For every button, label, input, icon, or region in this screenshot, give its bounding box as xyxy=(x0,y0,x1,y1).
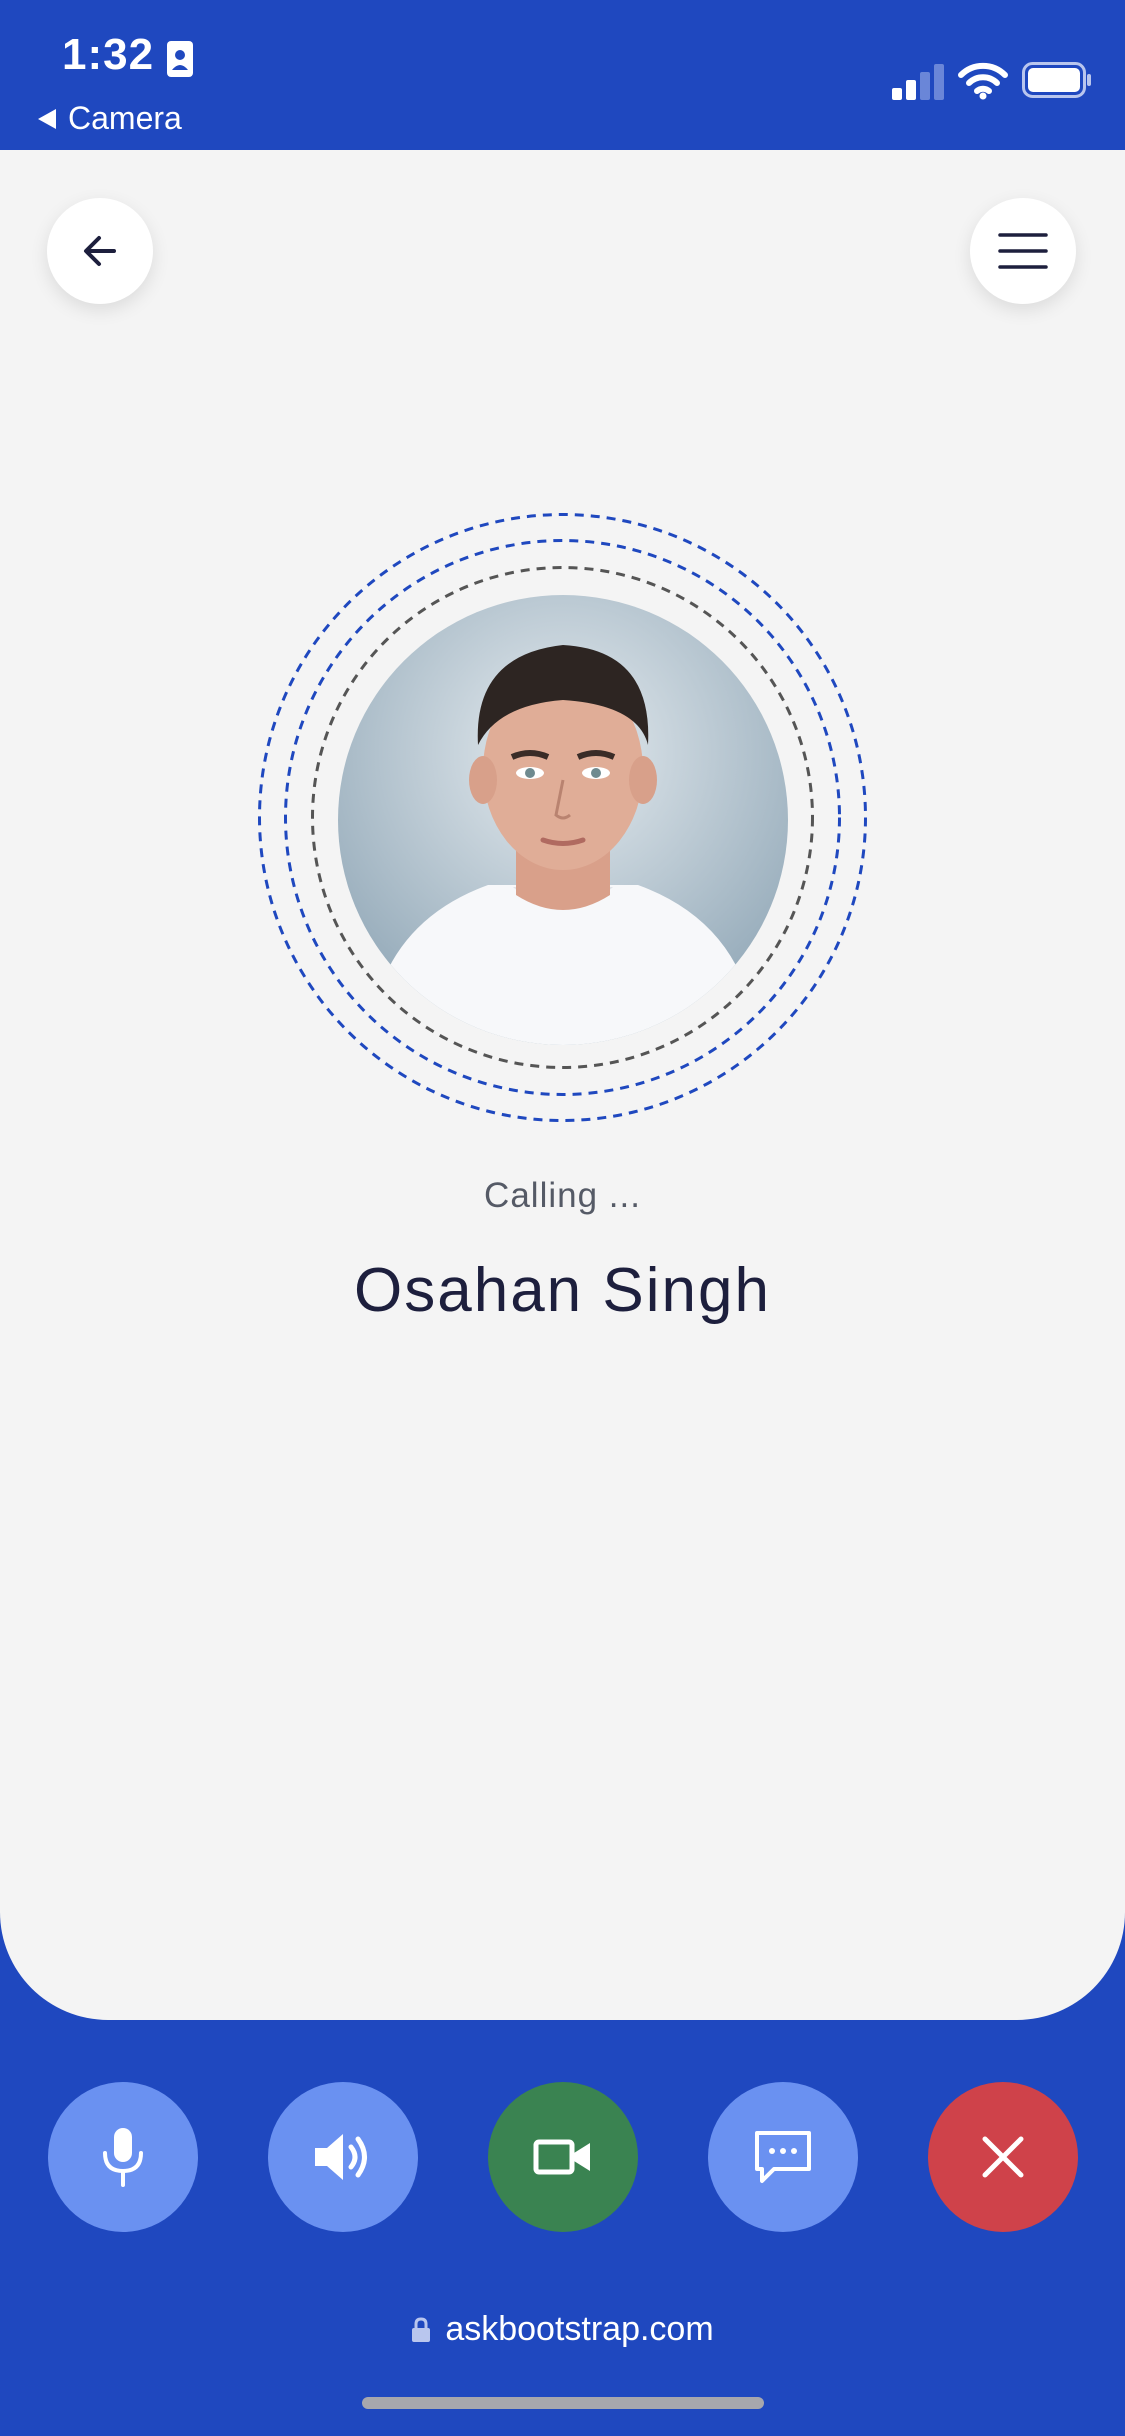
message-button[interactable] xyxy=(708,2082,858,2232)
call-controls xyxy=(0,2082,1125,2232)
video-button[interactable] xyxy=(488,2082,638,2232)
url-text: askbootstrap.com xyxy=(445,2310,714,2348)
status-time: 1:32 xyxy=(62,30,155,79)
speaker-button[interactable] xyxy=(268,2082,418,2232)
call-status: Calling ... xyxy=(484,1176,641,1215)
home-indicator[interactable] xyxy=(362,2397,764,2409)
microphone-icon xyxy=(103,2128,143,2187)
battery-icon xyxy=(1022,62,1091,98)
status-bar: 1:32 Camera xyxy=(0,0,1125,150)
end-call-button[interactable] xyxy=(928,2082,1078,2232)
lock-icon xyxy=(412,2316,431,2342)
back-button[interactable] xyxy=(47,198,153,304)
call-screen: 1:32 Camera Calling ... Osahan Singh ask… xyxy=(0,0,1125,2436)
message-icon xyxy=(755,2131,811,2183)
speaker-icon xyxy=(315,2134,367,2180)
back-app-label: Camera xyxy=(68,100,182,136)
browser-url-bar[interactable]: askbootstrap.com xyxy=(0,2310,1125,2349)
hamburger-menu-icon xyxy=(998,233,1048,269)
back-to-app-link[interactable]: Camera xyxy=(38,100,182,137)
arrow-left-icon xyxy=(84,236,116,266)
contact-card-icon xyxy=(167,41,193,77)
video-camera-icon xyxy=(533,2139,590,2175)
back-triangle-icon xyxy=(38,108,56,129)
avatar-photo xyxy=(338,595,788,1045)
mute-button[interactable] xyxy=(48,2082,198,2232)
wifi-icon xyxy=(958,62,1008,100)
menu-button[interactable] xyxy=(970,198,1076,304)
contact-name: Osahan Singh xyxy=(354,1256,771,1325)
cellular-signal-icon xyxy=(892,64,944,100)
close-icon xyxy=(982,2136,1024,2178)
contact-avatar xyxy=(338,595,788,1045)
